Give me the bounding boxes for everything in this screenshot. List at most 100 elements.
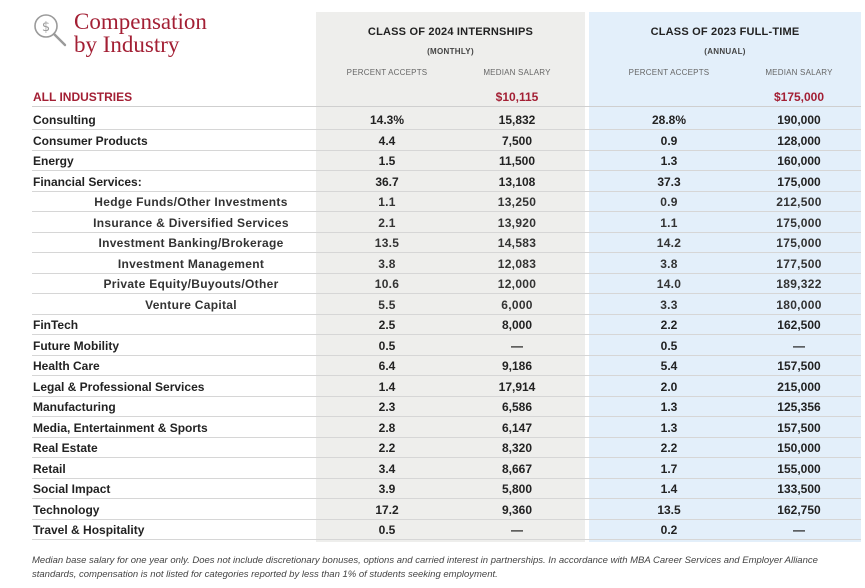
fulltime-percent: 14.2 (656, 236, 682, 250)
row-label: Venture Capital (145, 297, 237, 312)
row-label: Legal & Professional Services (33, 379, 205, 394)
row-label: Health Care (33, 359, 100, 373)
row-label: Manufacturing (33, 400, 116, 414)
all-industries-row: ALL INDUSTRIES $10,115 $175,000 (32, 87, 861, 107)
intern-percent: 2.2 (378, 441, 396, 455)
svg-text:$: $ (42, 20, 50, 35)
footnote: Median base salary for one year only. Do… (32, 555, 818, 580)
row-label: Energy (33, 154, 74, 168)
fulltime-percent: 1.3 (660, 154, 678, 168)
fulltime-percent: 2.2 (660, 318, 678, 332)
intern-percent: 10.6 (374, 277, 400, 291)
table-row: Energy 1.5 11,500 1.3 160,000 (32, 151, 861, 171)
intern-salary: 6,147 (501, 420, 533, 435)
table-row: Financial Services: 36.7 13,108 37.3 175,000 (32, 172, 861, 192)
intern-percent: 6.4 (378, 359, 396, 373)
intern-salary: 17,914 (498, 379, 536, 394)
fulltime-percent: 2.2 (660, 441, 678, 455)
intern-salary: 13,108 (498, 174, 536, 189)
table-row: Consulting 14.3% 15,832 28.8% 190,000 (32, 110, 861, 130)
fulltime-salary: 215,000 (777, 379, 821, 394)
intern-salary: 5,800 (501, 482, 533, 496)
intern-salary: 13,250 (497, 195, 537, 209)
internship-percent-header: PERCENT ACCEPTS (346, 68, 428, 77)
intern-salary: $10,115 (495, 90, 539, 104)
fulltime-salary: 157,500 (777, 420, 821, 435)
fulltime-salary: 157,500 (777, 359, 821, 373)
row-label: FinTech (33, 318, 79, 332)
table-row: Manufacturing 2.3 6,586 1.3 125,356 (32, 397, 861, 417)
table-row: Venture Capital 5.5 6,000 3.3 180,000 (32, 295, 861, 315)
table-row: Media, Entertainment & Sports 2.8 6,147 1.3… (32, 418, 861, 438)
table-row: Investment Management 3.8 12,083 3.8 177,500 (32, 254, 861, 274)
table-row: Private Equity/Buyouts/Other 10.6 12,000 14… (32, 274, 861, 294)
intern-salary: 15,832 (498, 113, 536, 127)
row-label: Social Impact (33, 482, 111, 496)
fulltime-salary: — (793, 523, 805, 537)
intern-percent: 14.3% (369, 113, 405, 127)
fulltime-percent: 1.4 (660, 482, 678, 496)
table-row: Social Impact 3.9 5,800 1.4 133,500 (32, 479, 861, 499)
intern-percent: 17.2 (375, 502, 399, 517)
fulltime-percent: 1.3 (660, 400, 678, 414)
row-label: ALL INDUSTRIES (33, 90, 133, 104)
fulltime-salary: 175,000 (777, 174, 821, 189)
intern-salary: — (511, 338, 523, 353)
fulltime-salary: 175,000 (776, 215, 822, 230)
table-row: Investment Banking/Brokerage 13.5 14,583 14… (32, 233, 861, 253)
fulltime-salary: 177,500 (776, 256, 822, 271)
fulltime-subheading: (ANNUAL) (704, 47, 746, 56)
fulltime-percent: 0.5 (660, 338, 678, 353)
fulltime-percent (614, 87, 724, 107)
table-row: Retail 3.4 8,667 1.7 155,000 (32, 459, 861, 479)
row-label: Media, Entertainment & Sports (33, 420, 208, 435)
intern-percent: 0.5 (378, 338, 396, 353)
fulltime-salary: $175,000 (773, 90, 825, 104)
fulltime-salary: 150,000 (777, 441, 821, 455)
fulltime-salary: 128,000 (777, 133, 821, 148)
fulltime-salary: — (793, 338, 805, 353)
row-label: Hedge Funds/Other Investments (94, 195, 288, 209)
fulltime-percent: 1.1 (660, 215, 678, 230)
row-label: Future Mobility (33, 338, 119, 353)
intern-percent: 13.5 (374, 236, 400, 250)
intern-percent: 4.4 (378, 133, 396, 148)
fulltime-salary: 160,000 (777, 154, 821, 168)
intern-salary: 7,500 (501, 133, 533, 148)
row-label: Insurance & Diversified Services (93, 215, 289, 230)
fulltime-percent: 37.3 (657, 174, 681, 189)
fulltime-percent: 1.7 (660, 461, 678, 476)
intern-salary: 12,083 (497, 256, 537, 271)
fulltime-salary: 125,356 (777, 400, 821, 414)
intern-percent: 1.4 (378, 379, 396, 394)
table-row: Future Mobility 0.5 — 0.5 — (32, 336, 861, 356)
internship-subheading: (MONTHLY) (427, 47, 474, 56)
intern-percent: 0.5 (378, 523, 396, 537)
page-title: Compensation by Industry (74, 9, 207, 57)
fulltime-percent: 0.9 (660, 133, 678, 148)
intern-percent: 2.1 (378, 215, 396, 230)
row-label: Technology (33, 502, 100, 517)
fulltime-salary: 180,000 (776, 297, 822, 312)
intern-percent: 1.1 (378, 195, 396, 209)
intern-salary: 14,583 (497, 236, 537, 250)
fulltime-salary: 190,000 (777, 113, 821, 127)
fulltime-percent: 14.0 (656, 277, 682, 291)
intern-salary: 13,920 (497, 215, 537, 230)
table-row: Consumer Products 4.4 7,500 0.9 128,000 (32, 131, 861, 151)
salary-search-icon: $ (34, 14, 67, 47)
intern-percent: 3.4 (378, 461, 396, 476)
row-label: Consumer Products (33, 133, 148, 148)
row-label: Investment Banking/Brokerage (98, 236, 284, 250)
table-row: Hedge Funds/Other Investments 1.1 13,250 0.… (32, 192, 861, 212)
intern-salary: 6,000 (501, 297, 533, 312)
intern-percent (332, 87, 442, 107)
fulltime-salary: 212,500 (776, 195, 822, 209)
fulltime-percent: 28.8% (651, 113, 687, 127)
intern-salary: 8,320 (501, 441, 533, 455)
table-row: Real Estate 2.2 8,320 2.2 150,000 (32, 438, 861, 458)
row-label: Consulting (33, 113, 96, 127)
title-block: $ Compensation by Industry (32, 10, 292, 70)
table-row: FinTech 2.5 8,000 2.2 162,500 (32, 315, 861, 335)
row-label: Financial Services: (33, 174, 142, 189)
